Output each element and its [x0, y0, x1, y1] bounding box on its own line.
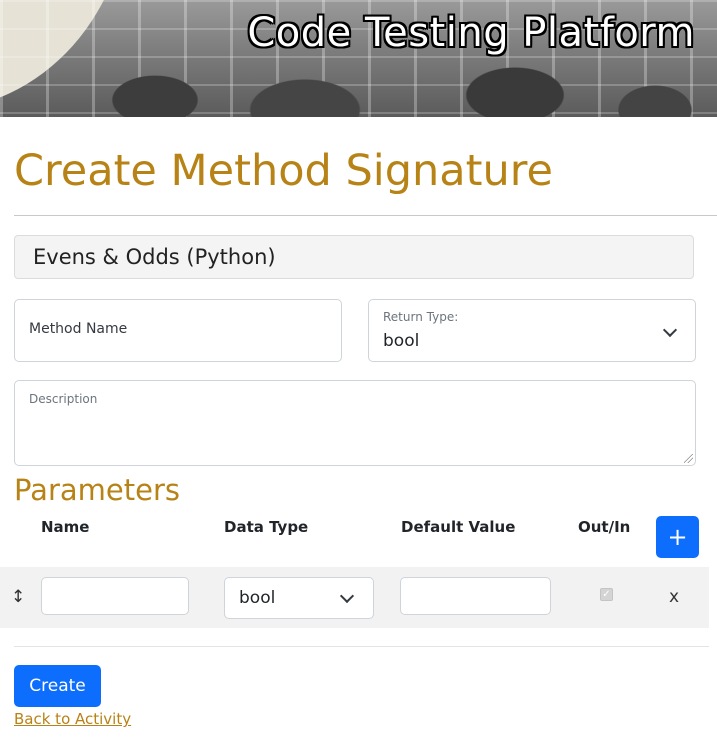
- return-type-select[interactable]: Return Type: bool: [368, 299, 696, 362]
- divider: [14, 646, 709, 647]
- description-textarea[interactable]: Description: [14, 380, 696, 466]
- create-button[interactable]: Create: [14, 665, 101, 707]
- method-name-placeholder: Method Name: [29, 321, 128, 337]
- return-type-value: bool: [383, 331, 420, 351]
- back-to-activity-link[interactable]: Back to Activity: [14, 710, 131, 728]
- parameter-name-input[interactable]: [41, 577, 189, 615]
- parameters-title: Parameters: [14, 473, 180, 507]
- parameter-row: ↕ bool ✓ x: [0, 567, 709, 628]
- column-header-default-value: Default Value: [401, 518, 516, 536]
- column-header-data-type: Data Type: [224, 518, 309, 536]
- return-type-label: Return Type:: [383, 310, 459, 324]
- page-title: Create Method Signature: [14, 146, 553, 196]
- parameter-default-value-input[interactable]: [400, 577, 551, 615]
- activity-name: Evens & Odds (Python): [14, 235, 694, 279]
- column-header-name: Name: [41, 518, 90, 536]
- chevron-down-icon: [662, 322, 678, 338]
- divider: [14, 215, 717, 216]
- column-header-out-in: Out/In: [578, 518, 631, 536]
- parameter-data-type-select[interactable]: bool: [224, 577, 374, 619]
- add-parameter-button[interactable]: +: [656, 516, 699, 558]
- remove-parameter-button[interactable]: x: [669, 587, 679, 607]
- chevron-down-icon: [339, 588, 355, 604]
- description-label: Description: [29, 392, 98, 406]
- resize-handle-icon[interactable]: [684, 454, 693, 463]
- drag-handle-icon[interactable]: ↕: [11, 587, 25, 607]
- app-title: Code Testing Platform: [247, 10, 695, 56]
- method-name-input[interactable]: Method Name: [14, 299, 342, 362]
- header-banner: Code Testing Platform: [0, 0, 717, 117]
- out-in-checkbox[interactable]: ✓: [600, 588, 613, 601]
- parameter-data-type-value: bool: [239, 588, 276, 608]
